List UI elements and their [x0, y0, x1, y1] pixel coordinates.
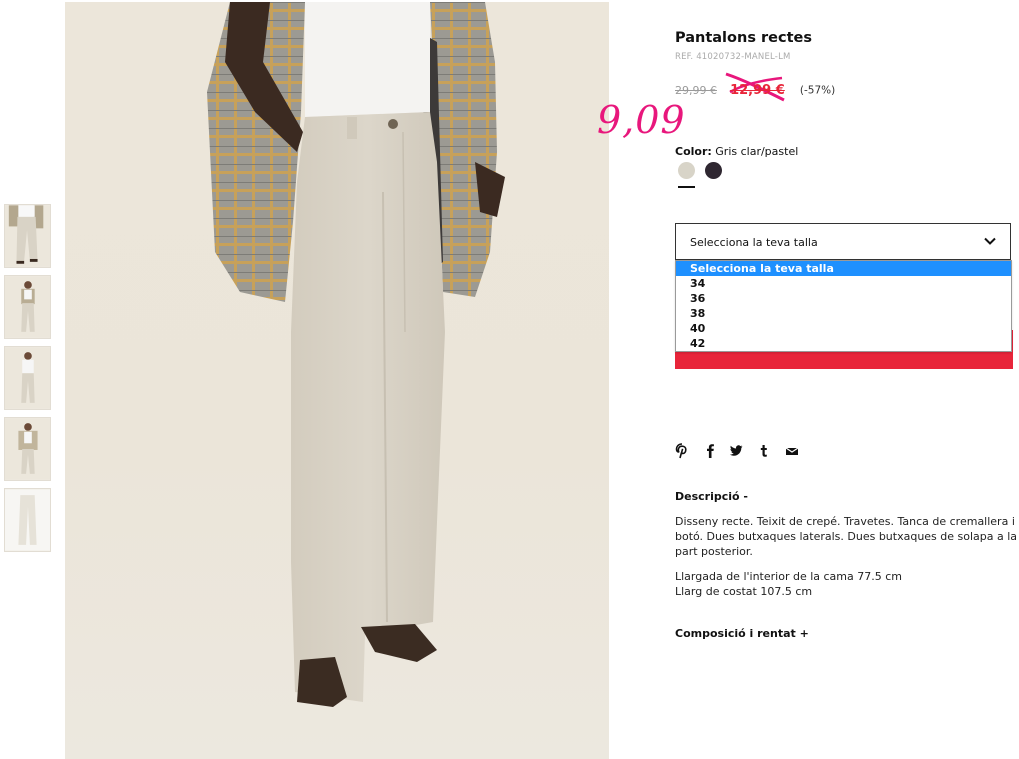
- email-icon[interactable]: [785, 443, 799, 459]
- color-label-key: Color:: [675, 145, 712, 158]
- composition-heading[interactable]: Composició i rentat +: [675, 627, 809, 640]
- chevron-down-icon: [984, 237, 996, 245]
- pinterest-icon[interactable]: [675, 443, 689, 459]
- size-option[interactable]: 36: [676, 291, 1011, 306]
- product-ref: REF. 41020732-MANEL-LM: [675, 52, 791, 62]
- thumbnail-gallery: [4, 204, 52, 559]
- swatch-light-grey[interactable]: [678, 162, 695, 179]
- swatch-dark[interactable]: [705, 162, 722, 179]
- old-price: 29,99 €: [675, 84, 717, 97]
- tumblr-icon[interactable]: [757, 443, 771, 459]
- swatch-selected-indicator: [678, 186, 695, 188]
- description-text: Disseny recte. Teixit de crepé. Travetes…: [675, 515, 1018, 558]
- thumbnail-5[interactable]: [4, 488, 51, 552]
- description-heading[interactable]: Descripció -: [675, 490, 748, 503]
- size-select[interactable]: Selecciona la teva talla: [675, 223, 1011, 260]
- measurement-inseam: Llargada de l'interior de la cama 77.5 c…: [675, 570, 902, 583]
- color-label: Color: Gris clar/pastel: [675, 145, 798, 158]
- measurement-side: Llarg de costat 107.5 cm: [675, 585, 813, 598]
- thumbnail-3[interactable]: [4, 346, 51, 410]
- size-select-label: Selecciona la teva talla: [690, 236, 818, 249]
- handwritten-price: 9,09: [597, 98, 686, 142]
- size-dropdown: Selecciona la teva talla 34 36 38 40 42: [675, 260, 1012, 352]
- thumbnail-1[interactable]: [4, 204, 51, 268]
- product-photo: [65, 2, 609, 759]
- measurements-text: Llargada de l'interior de la cama 77.5 c…: [675, 569, 1015, 599]
- facebook-icon[interactable]: [703, 443, 717, 459]
- discount-badge: (-57%): [799, 84, 836, 97]
- size-option[interactable]: 34: [676, 276, 1011, 291]
- twitter-icon[interactable]: [729, 443, 743, 459]
- product-title: Pantalons rectes: [675, 30, 812, 46]
- thumbnail-2[interactable]: [4, 275, 51, 339]
- size-option[interactable]: 42: [676, 336, 1011, 351]
- size-option[interactable]: Selecciona la teva talla: [676, 261, 1011, 276]
- price-row: 29,99 € 12,99 € (-57%): [675, 80, 835, 98]
- color-value: Gris clar/pastel: [715, 145, 799, 158]
- size-option[interactable]: 38: [676, 306, 1011, 321]
- size-option[interactable]: 40: [676, 321, 1011, 336]
- thumbnail-4[interactable]: [4, 417, 51, 481]
- sale-price: 12,99 €: [730, 83, 785, 98]
